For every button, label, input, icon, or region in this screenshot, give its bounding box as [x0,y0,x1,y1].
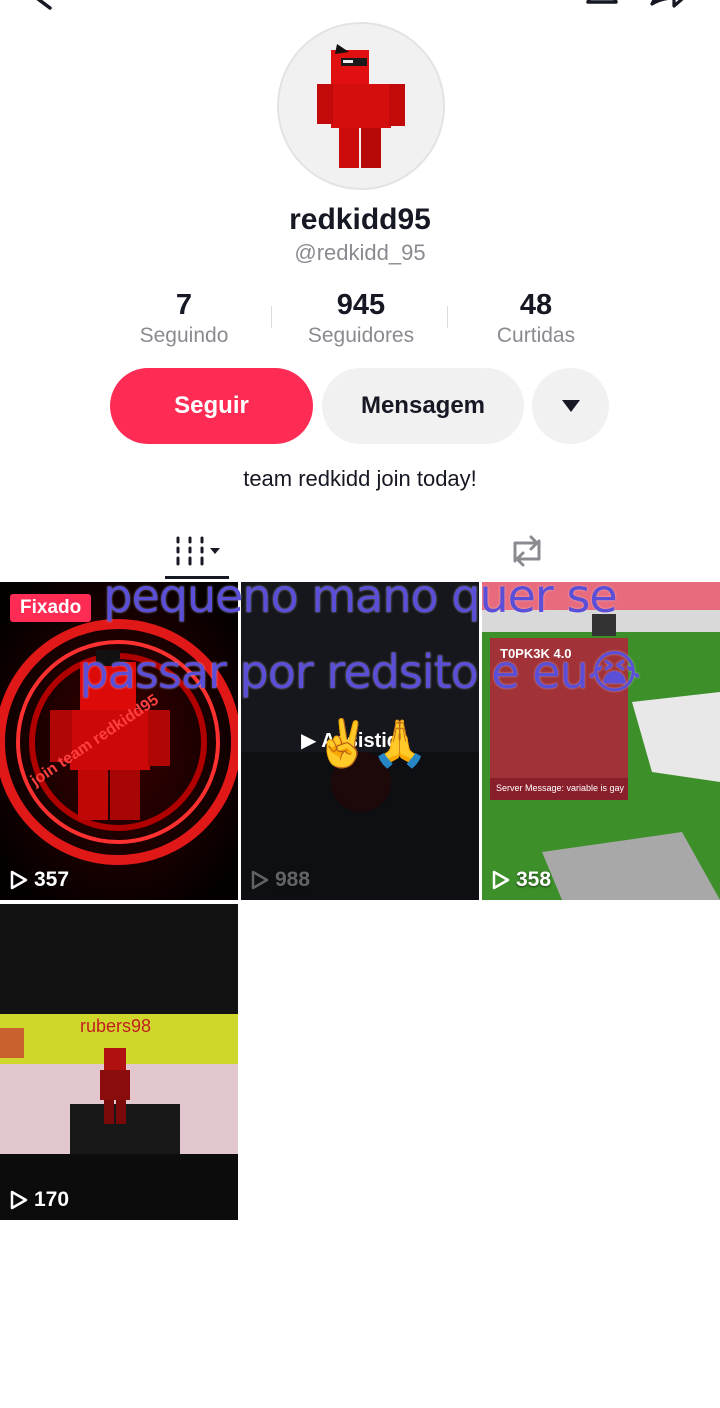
stat-divider [271,306,272,328]
reposts-icon [513,535,541,567]
stat-likes[interactable]: 48 Curtidas [451,288,621,350]
bell-icon[interactable] [582,0,622,18]
overlay-caption-line2: passar por redsito e eu😭 [79,645,642,699]
share-icon[interactable] [648,0,688,18]
profile-handle: @redkidd_95 [294,240,426,265]
view-count: 170 [10,1188,69,1212]
thumbnail-message: Server Message: variable is gay [496,783,625,793]
video-tile[interactable]: T0PK3K 4.0 Server Message: variable is g… [482,582,720,900]
profile-bio: team redkidd join today! [243,466,477,491]
stat-likes-label: Curtidas [496,324,576,347]
overlay-caption-line1: pequeno mano quer se [103,569,617,623]
play-icon [10,870,28,890]
view-count: 358 [492,868,551,892]
video-thumbnail [482,582,720,900]
play-icon [10,1190,28,1210]
stat-followers-value: 945 [336,289,386,321]
stat-divider [447,306,448,328]
overlay-emoji: ✌️🙏 [314,717,429,769]
profile-username: redkidd95 [289,203,431,236]
video-thumbnail [0,904,238,1220]
stat-following[interactable]: 7 Seguindo [99,288,269,350]
caret-down-icon [561,400,580,412]
play-icon [251,870,269,890]
avatar[interactable] [277,22,445,190]
stat-followers[interactable]: 945 Seguidores [276,288,446,350]
video-tile[interactable]: join team redkidd95 Fixado 357 [0,582,238,900]
view-count-value: 358 [516,868,552,891]
video-thumbnail [0,582,238,900]
stat-following-value: 7 [175,289,193,321]
view-count-value: 170 [34,1188,70,1211]
stat-likes-value: 48 [519,289,553,321]
view-count: 988 [251,868,310,892]
play-icon [492,870,510,890]
follow-button[interactable]: Seguir [110,368,313,444]
stat-followers-label: Seguidores [307,324,415,347]
back-arrow-icon[interactable] [22,0,62,18]
view-count-value: 988 [275,868,311,891]
videos-grid-icon [176,536,220,566]
view-count: 357 [10,868,69,892]
video-tile[interactable]: rubers98 170 [0,904,238,1220]
message-button[interactable]: Mensagem [322,368,524,444]
stat-following-label: Seguindo [139,324,229,347]
view-count-value: 357 [34,868,70,891]
more-options-button[interactable] [532,368,609,444]
thumbnail-text: rubers98 [80,1016,152,1036]
